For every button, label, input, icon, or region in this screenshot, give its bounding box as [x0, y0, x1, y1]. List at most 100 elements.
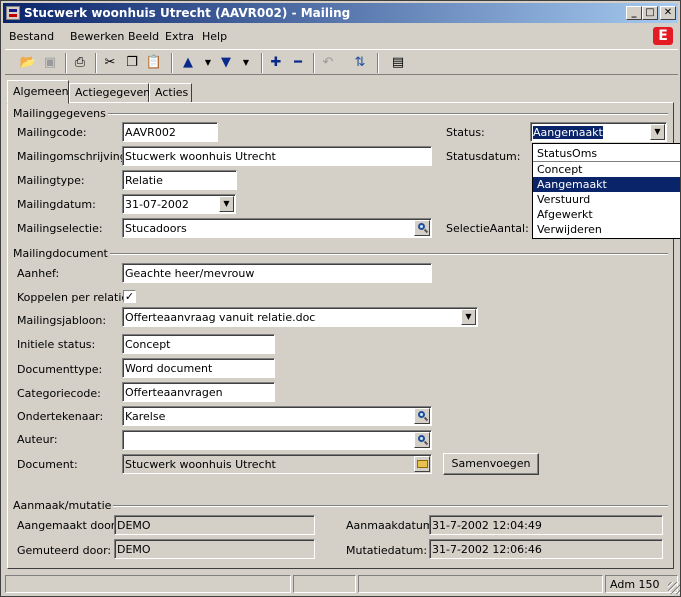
mailingdatum-field[interactable]: 31-07-2002 ▼ — [122, 194, 236, 214]
toolbar: 📂 ▣ ⎙ ✂ ❐ 📋 ▲ ▼ ▼ ▼ ✚ ━ ↶ ⇅ ▤ — [5, 49, 678, 75]
mailingselectie-field[interactable]: Stucadoors — [122, 218, 432, 238]
section-title-aanmaak-mutatie: Aanmaak/mutatie — [13, 499, 114, 512]
dropdown-option-aangemaakt[interactable]: Aangemaakt — [533, 177, 680, 192]
documenttype-field[interactable]: Word document — [122, 358, 275, 378]
mailingtype-field[interactable]: Relatie — [122, 170, 237, 190]
lookup-button[interactable] — [414, 220, 430, 236]
down-arrow-icon[interactable]: ▼ — [215, 53, 237, 73]
status-pane — [293, 575, 356, 593]
menu-help[interactable]: Help — [202, 30, 227, 43]
app-icon[interactable] — [6, 6, 20, 20]
dropdown-option-verwijderen[interactable]: Verwijderen — [533, 222, 680, 237]
menu-bewerken[interactable]: Bewerken — [70, 30, 124, 43]
mailing-window: Stucwerk woonhuis Utrecht (AAVR002) - Ma… — [0, 0, 681, 597]
gemuteerd-door-label: Gemuteerd door: — [17, 544, 112, 557]
title-bar[interactable]: Stucwerk woonhuis Utrecht (AAVR002) - Ma… — [3, 3, 678, 23]
cut-icon[interactable]: ✂ — [99, 53, 121, 73]
mailingselectie-value: Stucadoors — [125, 222, 187, 235]
chevron-down-icon[interactable]: ▼ — [219, 196, 234, 212]
toolbar-separator — [261, 53, 263, 73]
status-pane — [5, 575, 291, 593]
tab-actiegegevens[interactable]: Actiegegevens — [69, 83, 156, 103]
samenvoegen-button[interactable]: Samenvoegen — [443, 453, 539, 475]
chevron-down-icon[interactable]: ▼ — [650, 124, 665, 140]
aanhef-field[interactable]: Geachte heer/mevrouw — [122, 263, 432, 283]
toolbar-separator — [377, 53, 379, 73]
document-value: Stucwerk woonhuis Utrecht — [125, 458, 276, 471]
initiele-status-label: Initiele status: — [17, 338, 96, 351]
menu-bestand[interactable]: Bestand — [9, 30, 54, 43]
section-divider — [105, 505, 668, 507]
mailingdatum-label: Mailingdatum: — [17, 198, 96, 211]
chevron-down-icon[interactable]: ▼ — [461, 309, 476, 325]
minus-icon[interactable]: ━ — [287, 53, 309, 73]
document-field[interactable]: Stucwerk woonhuis Utrecht — [122, 454, 432, 474]
undo-icon[interactable]: ↶ — [317, 53, 339, 73]
close-button[interactable]: ✕ — [660, 6, 676, 20]
plus-icon[interactable]: ✚ — [265, 53, 287, 73]
toolbar-separator — [171, 53, 173, 73]
categoriecode-field[interactable]: Offerteaanvragen — [122, 382, 275, 402]
aanmaakdatum-field: 31-7-2002 12:04:49 — [429, 515, 663, 535]
mailingomschrijving-label: Mailingomschrijving: — [17, 150, 131, 163]
mailingsjabloon-label: Mailingsjabloon: — [17, 314, 107, 327]
status-dropdown-list: StatusOms Concept Aangemaakt Verstuurd A… — [532, 143, 680, 239]
auteur-field[interactable] — [122, 430, 432, 450]
menu-beeld[interactable]: Beeld — [128, 30, 159, 43]
section-divider — [61, 113, 668, 115]
layout-icon[interactable]: ▤ — [387, 53, 409, 73]
status-bar: Adm 150 — [3, 574, 680, 594]
window-title: Stucwerk woonhuis Utrecht (AAVR002) - Ma… — [24, 6, 351, 20]
open-folder-icon[interactable]: 📂 — [17, 53, 39, 73]
toolbar-separator — [95, 53, 97, 73]
status-combobox[interactable]: Aangemaakt ▼ — [530, 122, 667, 142]
resize-grip[interactable] — [668, 582, 680, 594]
ondertekenaar-field[interactable]: Karelse — [122, 406, 432, 426]
dropdown-option-afgewerkt[interactable]: Afgewerkt — [533, 207, 680, 222]
copy-icon[interactable]: ❐ — [121, 53, 143, 73]
lookup-button[interactable] — [414, 408, 430, 424]
maximize-button[interactable]: □ — [642, 6, 658, 20]
selectieaantal-label: SelectieAantal: — [446, 222, 529, 235]
mailingcode-label: Mailingcode: — [17, 126, 87, 139]
aanmaakdatum-label: Aanmaakdatum: — [346, 519, 438, 532]
menu-extra[interactable]: Extra — [165, 30, 194, 43]
dropdown-option-concept[interactable]: Concept — [533, 162, 680, 177]
categoriecode-label: Categoriecode: — [17, 387, 101, 400]
tab-acties[interactable]: Acties — [149, 83, 192, 103]
ondertekenaar-value: Karelse — [125, 410, 166, 423]
paste-icon[interactable]: 📋 — [143, 53, 165, 73]
save-icon[interactable]: ▣ — [39, 53, 61, 73]
browse-button[interactable] — [414, 456, 430, 472]
documenttype-label: Documenttype: — [17, 363, 103, 376]
refresh-icon[interactable]: ⇅ — [349, 53, 371, 73]
section-title-mailinggegevens: Mailinggegevens — [13, 107, 108, 120]
mailingsjabloon-select[interactable]: Offerteaanvraag vanuit relatie.doc ▼ — [122, 307, 478, 327]
auteur-label: Auteur: — [17, 433, 58, 446]
aangemaakt-door-label: Aangemaakt door: — [17, 519, 119, 532]
minimize-button[interactable]: _ — [626, 6, 642, 20]
mutatiedatum-field: 31-7-2002 12:06:46 — [429, 539, 663, 559]
document-label: Document: — [17, 458, 78, 471]
dropdown-header: StatusOms — [533, 144, 680, 162]
print-icon[interactable]: ⎙ — [69, 53, 91, 73]
folder-icon — [417, 460, 428, 468]
tab-algemeen[interactable]: Algemeen — [7, 80, 69, 104]
brand-logo: E — [653, 27, 673, 45]
mailingomschrijving-field[interactable]: Stucwerk woonhuis Utrecht — [122, 146, 432, 166]
dropdown-option-verstuurd[interactable]: Verstuurd — [533, 192, 680, 207]
mailingselectie-label: Mailingselectie: — [17, 222, 103, 235]
mailingcode-field[interactable]: AAVR002 — [122, 122, 218, 142]
chevron-down-icon[interactable]: ▼ — [235, 53, 257, 73]
lookup-button[interactable] — [414, 432, 430, 448]
section-title-mailingdocument: Mailingdocument — [13, 247, 110, 260]
aanhef-label: Aanhef: — [17, 267, 60, 280]
toolbar-separator — [65, 53, 67, 73]
koppelen-label: Koppelen per relatie — [17, 291, 129, 304]
ondertekenaar-label: Ondertekenaar: — [17, 410, 104, 423]
initiele-status-field[interactable]: Concept — [122, 334, 275, 354]
statusdatum-label: Statusdatum: — [446, 150, 521, 163]
up-arrow-icon[interactable]: ▲ — [177, 53, 199, 73]
mailingsjabloon-value: Offerteaanvraag vanuit relatie.doc — [125, 311, 316, 324]
koppelen-checkbox[interactable]: ✓ — [123, 290, 136, 303]
